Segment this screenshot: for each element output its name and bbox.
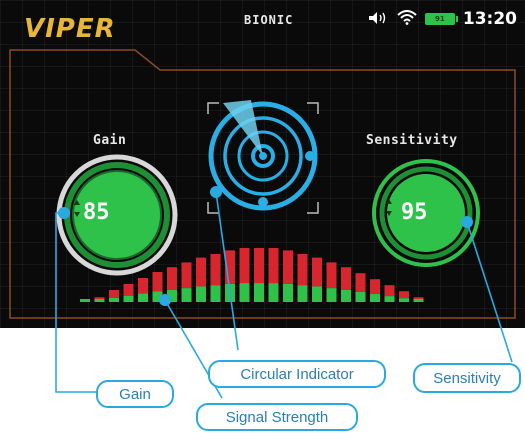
sensitivity-callout: Sensitivity (413, 363, 521, 393)
gain-callout-line (55, 212, 96, 393)
circular-indicator-callout: Circular Indicator (208, 360, 386, 388)
gain-callout: Gain (96, 380, 174, 408)
sensitivity-callout-line (466, 221, 513, 363)
signal-strength-callout: Signal Strength (196, 403, 358, 431)
circular-indicator-callout-line (215, 191, 239, 351)
